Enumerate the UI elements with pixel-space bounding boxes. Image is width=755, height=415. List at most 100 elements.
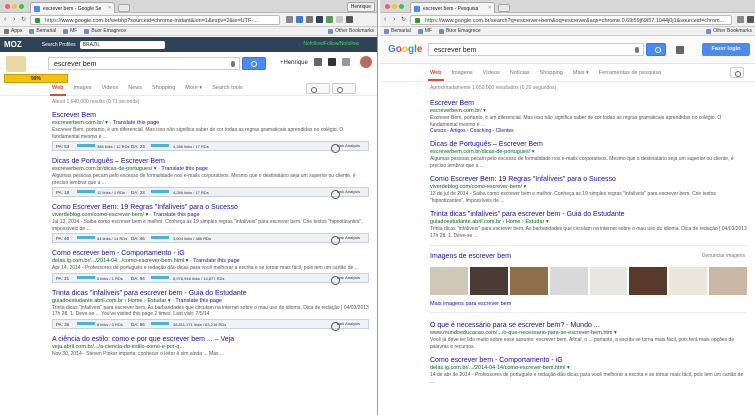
bookmark-item[interactable]: Bemarial <box>29 28 56 34</box>
tab-more[interactable]: More ▾ <box>185 85 202 91</box>
tab-images[interactable]: Imagens <box>452 70 473 76</box>
minimize-window-icon[interactable] <box>392 4 397 9</box>
result-title-link[interactable]: Dicas de Português – Escrever Bem <box>52 157 369 166</box>
result-title-link[interactable]: Escrever Bem <box>52 111 369 120</box>
result-title-link[interactable]: Como escrever bem - Comportamento - iG <box>430 356 747 365</box>
result-title-link[interactable]: O que é necessário para se escrever bem?… <box>430 321 747 330</box>
search-button[interactable] <box>242 57 266 70</box>
bookmark-item[interactable]: Buor Emagrece <box>438 28 481 34</box>
result-title-link[interactable]: Como escrever bem - Comportamento - iG <box>52 249 369 258</box>
result-url-text[interactable]: veja.abril.com.br/.../a-ciencia-do-estil… <box>52 344 184 350</box>
reload-icon[interactable]: ↻ <box>21 16 26 24</box>
tab-web[interactable]: Web <box>50 85 65 96</box>
image-thumbnail[interactable] <box>589 267 628 295</box>
image-thumbnail[interactable] <box>430 267 468 295</box>
tab-search-tools[interactable]: Ferramentas de pesquisa <box>599 70 661 76</box>
search-profile-select[interactable]: BRAZIL <box>79 40 165 49</box>
google-plus-link[interactable]: +Henrique <box>280 60 308 66</box>
tab-search-tools[interactable]: Search tools <box>212 85 243 91</box>
personal-results-toggle[interactable] <box>306 83 330 94</box>
result-title-link[interactable]: Trinta dicas "infalíveis" para escrever … <box>52 289 369 298</box>
link-analysis-label[interactable]: Link Analysis <box>337 144 360 148</box>
bookmark-item[interactable]: MF <box>63 28 77 34</box>
other-bookmarks[interactable]: Other Bookmarks <box>328 28 374 34</box>
images-block-title[interactable]: Imagens de escrever bem <box>430 252 747 261</box>
notifications-icon[interactable] <box>328 58 336 66</box>
browser-tab[interactable]: escrever bem - Pesquisa × <box>410 2 495 13</box>
link-analysis-label[interactable]: Link Analysis <box>337 190 360 194</box>
google-logo[interactable]: Google <box>388 44 422 55</box>
forward-icon[interactable]: › <box>13 16 15 24</box>
close-window-icon[interactable] <box>5 4 10 9</box>
translate-link[interactable]: Translate this page <box>193 258 240 264</box>
moz-link-highlight-toggle[interactable]: Nofollow/Follow/Nofollow <box>303 41 359 47</box>
result-url-text[interactable]: viverdeblog.com/como-escrever-bem/ <box>52 212 144 218</box>
result-sitelinks[interactable]: Cursos - Artigos - Coaching - Clientes <box>430 128 747 134</box>
result-url-text[interactable]: viverdeblog.com/como-escrever-bem/ <box>430 184 522 190</box>
menu-icon[interactable] <box>346 16 353 23</box>
tab-news[interactable]: Notícias <box>510 70 530 76</box>
result-url-text[interactable]: delas.ig.com.br/.../2014-04-14/como-escr… <box>430 365 565 371</box>
tab-news[interactable]: News <box>128 85 142 91</box>
translate-link[interactable]: Translate this page <box>113 120 160 126</box>
apps-grid-icon[interactable] <box>676 46 684 54</box>
settings-gear-icon[interactable] <box>730 67 744 78</box>
result-url-text[interactable]: guiadoestudante.abril.com.br › Home › Es… <box>52 298 166 304</box>
address-bar[interactable]: https://www.google.com.br/webhp?sourceid… <box>30 15 280 25</box>
new-tab-button[interactable] <box>118 4 130 12</box>
report-images-link[interactable]: Denunciar imagens <box>702 253 745 259</box>
result-title-link[interactable]: Dicas de Português – Escrever Bem <box>430 140 747 149</box>
profile-button[interactable]: Henrique <box>346 2 375 12</box>
minimize-window-icon[interactable] <box>12 4 17 9</box>
tab-web[interactable]: Web <box>428 70 443 81</box>
google-doodle-logo[interactable] <box>6 56 26 72</box>
image-thumbnail[interactable] <box>709 267 747 295</box>
address-bar[interactable]: https://www.google.com.br/search?q=escre… <box>410 15 732 25</box>
image-thumbnail[interactable] <box>549 267 588 295</box>
tab-more[interactable]: Mais ▾ <box>573 70 589 76</box>
bookmark-item[interactable]: Buor Emagrece <box>84 28 126 34</box>
result-url-text[interactable]: escreverbem.com.br/ <box>52 120 104 126</box>
mic-icon[interactable] <box>635 47 639 53</box>
share-icon[interactable] <box>342 58 350 66</box>
tab-images[interactable]: Images <box>74 85 92 91</box>
result-title-link[interactable]: Escrever Bem <box>430 99 747 108</box>
result-title-link[interactable]: Como Escrever Bem: 19 Regras "Infalíveis… <box>52 203 369 212</box>
tab-close-icon[interactable]: × <box>108 5 111 11</box>
result-url-text[interactable]: escreverbem.com.br/dicas-de-portugues/ <box>52 166 152 172</box>
avatar[interactable] <box>360 56 372 68</box>
result-url-text[interactable]: guiadoestudante.abril.com.br › Home › Es… <box>430 219 544 225</box>
extension-icon[interactable] <box>336 16 343 23</box>
maximize-window-icon[interactable] <box>399 4 404 9</box>
result-title-link[interactable]: Trinta dicas "infalíveis" para escrever … <box>430 210 747 219</box>
translate-link[interactable]: Translate this page <box>161 166 208 172</box>
bookmark-star-icon[interactable] <box>286 16 293 23</box>
tab-shopping[interactable]: Shopping <box>540 70 563 76</box>
tab-shopping[interactable]: Shopping <box>152 85 175 91</box>
result-title-link[interactable]: Como Escrever Bem: 19 Regras "Infalíveis… <box>430 175 747 184</box>
maximize-window-icon[interactable] <box>19 4 24 9</box>
result-url-text[interactable]: www.mundoeducacao.com/.../o-que-necessar… <box>430 330 613 336</box>
new-tab-button[interactable] <box>498 4 510 12</box>
result-url-text[interactable]: delas.ig.com.br/.../2014-04.../como-escr… <box>52 258 184 264</box>
link-analysis-label[interactable]: Link Analysis <box>337 236 360 240</box>
translate-link[interactable]: Translate this page <box>175 298 222 304</box>
other-bookmarks[interactable]: Other Bookmarks <box>706 28 752 34</box>
search-button[interactable] <box>646 43 666 56</box>
mic-icon[interactable] <box>231 61 235 67</box>
bookmark-item[interactable]: MF <box>417 28 432 34</box>
forward-icon[interactable]: › <box>393 16 395 24</box>
close-window-icon[interactable] <box>385 4 390 9</box>
search-input[interactable]: escrever bem <box>428 43 644 56</box>
apps-grid-icon[interactable] <box>314 58 322 66</box>
sign-in-button[interactable]: Fazer login <box>702 43 750 56</box>
browser-tab[interactable]: escrever bem - Google Se × <box>30 2 115 13</box>
image-thumbnail[interactable] <box>629 267 668 295</box>
translate-link[interactable]: Translate this page <box>153 212 200 218</box>
extension-icon[interactable] <box>296 16 303 23</box>
moz-extension-icon[interactable] <box>316 16 323 23</box>
extension-icon[interactable] <box>326 16 333 23</box>
tab-close-icon[interactable]: × <box>488 5 491 11</box>
result-url-text[interactable]: escreverbem.com.br/ <box>430 108 482 114</box>
more-images-link[interactable]: Mais imagens para escrever bem <box>430 301 747 307</box>
